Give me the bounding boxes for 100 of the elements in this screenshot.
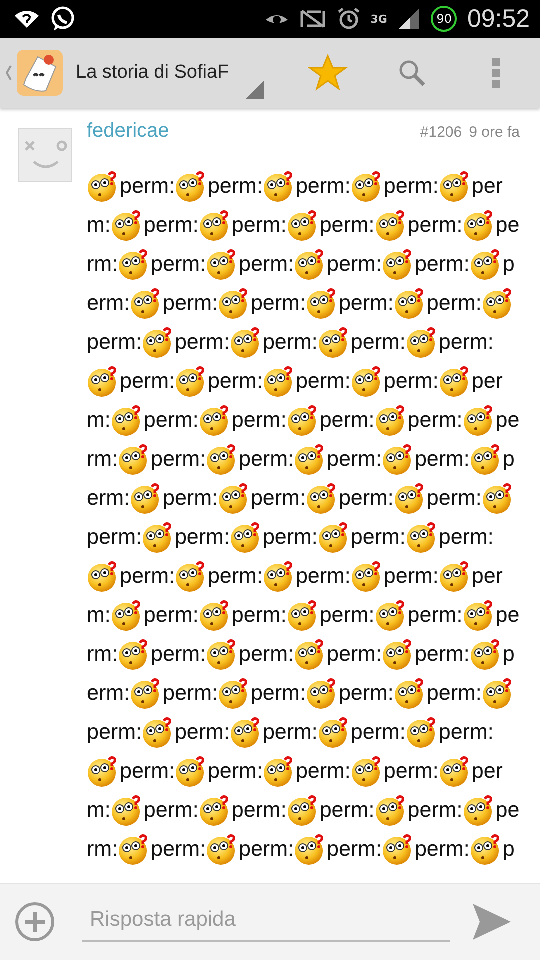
message-text: perm: (338, 485, 394, 512)
message-text: perm: (239, 641, 294, 668)
alarm-icon (336, 7, 361, 31)
message-text: erm: (87, 680, 130, 707)
overflow-menu-icon (491, 57, 501, 89)
clock-time: 09:52 (467, 4, 530, 34)
message-text: perm: (408, 602, 463, 629)
message-text: perm: (414, 446, 470, 473)
message-text: perm: (408, 407, 463, 434)
app-logo-icon (16, 49, 64, 97)
message-text: perm: (384, 173, 439, 200)
message-text: perm: (320, 602, 375, 629)
message-text: perm: (350, 524, 406, 551)
message-text: perm: (326, 641, 382, 668)
message-text: m: (87, 212, 111, 239)
message-text: m: (87, 797, 111, 824)
message-text: perm: (326, 251, 382, 278)
message-text: perm: (250, 290, 306, 317)
avatar-icon (18, 128, 72, 182)
message-text: perm: (174, 524, 230, 551)
chat-icon (50, 6, 76, 32)
message-text: perm: (338, 680, 394, 707)
message-text: p (502, 641, 515, 668)
message-text: perm: (250, 680, 306, 707)
add-button[interactable] (14, 901, 56, 943)
message-text: perm: (144, 212, 199, 239)
message-text: perm: (232, 797, 287, 824)
message-text: p (502, 836, 515, 863)
message-text: perm: (320, 797, 375, 824)
message-text: perm: (239, 251, 294, 278)
reply-composer[interactable]: Risposta rapida (0, 883, 540, 960)
message-text: perm: (208, 563, 263, 590)
send-button[interactable] (472, 903, 512, 941)
message-text: perm: (120, 368, 175, 395)
message-text: perm: (239, 446, 294, 473)
message-text: erm: (87, 485, 130, 512)
dropdown-corner-icon (246, 81, 264, 99)
message-text: perm: (87, 524, 142, 551)
message-text: perm: (120, 758, 175, 785)
message-text: perm: (414, 836, 470, 863)
message-text: perm: (438, 524, 494, 551)
message-text: perm: (232, 407, 287, 434)
message-text: per (472, 758, 503, 785)
message-text: perm: (438, 719, 494, 746)
message-text: perm: (120, 563, 175, 590)
wifi-icon (14, 9, 40, 29)
message-text: perm: (163, 680, 218, 707)
message-text: pe (496, 797, 520, 824)
message-text: m: (87, 602, 111, 629)
message-text: perm: (320, 212, 375, 239)
search-icon (398, 59, 426, 87)
message-text: perm: (296, 758, 351, 785)
message-text: perm: (426, 485, 482, 512)
message-text: perm: (408, 797, 463, 824)
message-text: perm: (338, 290, 394, 317)
plus-icon (14, 901, 56, 943)
send-icon (472, 903, 512, 941)
message-text: perm: (87, 329, 142, 356)
message-text: erm: (87, 290, 130, 317)
message-text: perm: (151, 251, 206, 278)
message-text: perm: (296, 563, 351, 590)
message-text: perm: (87, 719, 142, 746)
message-text: perm: (350, 329, 406, 356)
message-text: perm: (120, 173, 175, 200)
post-time: 9 ore fa (469, 124, 520, 141)
message-text: perm: (144, 407, 199, 434)
message-text: perm: (208, 758, 263, 785)
message-text: per (472, 173, 503, 200)
battery-indicator: 90 (431, 6, 458, 32)
message-text: per (472, 368, 503, 395)
message-text: perm: (414, 641, 470, 668)
message-text: per (472, 563, 503, 590)
message-text: perm: (232, 602, 287, 629)
message-text: perm: (174, 719, 230, 746)
message-text: perm: (320, 407, 375, 434)
message-text: perm: (163, 485, 218, 512)
message-text: perm: (326, 836, 382, 863)
message-text: perm: (262, 719, 318, 746)
message-text: pe (496, 407, 520, 434)
message-text: perm: (208, 173, 263, 200)
message-text: perm: (151, 641, 206, 668)
message-text: rm: (87, 641, 118, 668)
message-text: perm: (262, 329, 318, 356)
story-title[interactable]: La storia di SofiaF (76, 61, 236, 85)
message-text: perm: (296, 173, 351, 200)
network-type: 3G (370, 12, 388, 26)
message-text: perm: (151, 836, 206, 863)
star-icon (308, 54, 348, 92)
message-text: perm: (144, 797, 199, 824)
message-text: perm: (239, 836, 294, 863)
message-text: perm: (296, 368, 351, 395)
message-text: m: (87, 407, 111, 434)
message-text: perm: (384, 368, 439, 395)
message-text: rm: (87, 446, 118, 473)
message-text: perm: (426, 290, 482, 317)
message-text: rm: (87, 836, 118, 863)
message-text: perm: (151, 446, 206, 473)
message-text: perm: (144, 602, 199, 629)
message-text: perm: (163, 290, 218, 317)
message-text: perm: (384, 563, 439, 590)
